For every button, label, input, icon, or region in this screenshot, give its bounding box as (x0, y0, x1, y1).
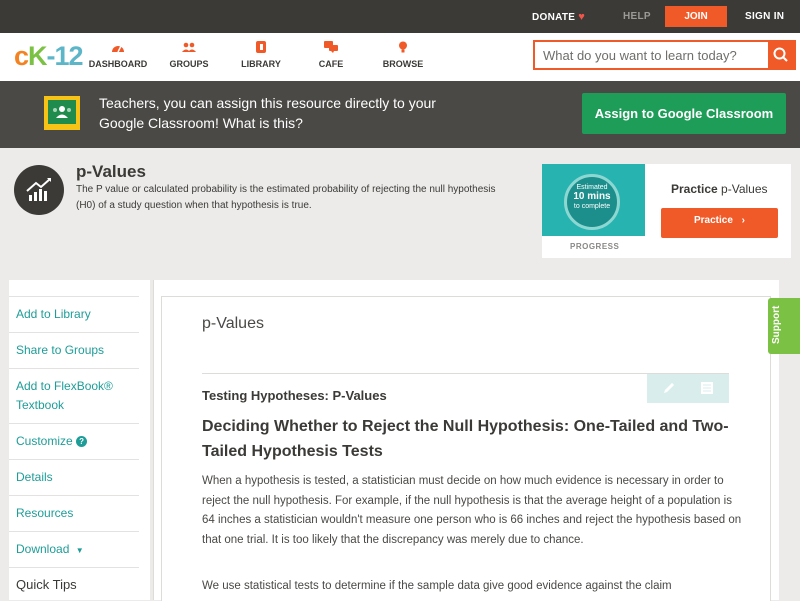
estimated-minutes: 10 mins (573, 191, 611, 202)
sign-in-link[interactable]: SIGN IN (745, 11, 784, 22)
search-input[interactable] (535, 42, 781, 68)
nav-dashboard-label: DASHBOARD (88, 59, 148, 69)
caret-down-icon: ▼ (75, 546, 84, 555)
sidebar-divider (9, 423, 139, 424)
practice-thumbnail[interactable]: Estimated 10 mins to complete (542, 164, 645, 236)
sidebar-divider (9, 459, 139, 460)
dashboard-icon (112, 45, 124, 53)
practice-button-label: Practice (693, 215, 733, 226)
top-bar: DONATE ♥ HELP JOIN SIGN IN (0, 0, 800, 33)
chevron-right-icon: › (741, 215, 746, 226)
concept-description: The P value or calculated probability is… (76, 184, 496, 211)
assign-google-classroom-button[interactable]: Assign to Google Classroom (582, 93, 786, 134)
donate-label: DONATE (532, 12, 576, 23)
search-box (533, 40, 796, 70)
nav-library-label: LIBRARY (241, 59, 281, 69)
sidebar-item-customize[interactable]: Customize ? (16, 431, 88, 451)
logo-12: -12 (46, 41, 84, 71)
search-button[interactable] (768, 42, 794, 68)
logo-k: K (28, 41, 47, 71)
search-icon (773, 47, 788, 62)
nav-groups[interactable]: GROUPS (166, 41, 212, 69)
support-tab[interactable]: Support (768, 298, 800, 354)
content-title: p-Values (202, 315, 264, 332)
nav-cafe[interactable]: CAFE (315, 41, 347, 69)
cafe-icon (324, 41, 338, 53)
practice-title-prefix: Practice (671, 182, 718, 196)
estimate-text: Estimated 10 mins to complete (564, 183, 620, 211)
content-paragraph-2: We use statistical tests to determine if… (202, 580, 672, 592)
sidebar-item-add-to-library[interactable]: Add to Library (16, 304, 91, 324)
customize-label: Customize (16, 434, 73, 448)
help-circle-icon[interactable]: ? (76, 436, 88, 448)
sidebar-divider (9, 531, 139, 532)
browse-icon (399, 41, 407, 53)
nav-cafe-label: CAFE (318, 59, 344, 69)
nav-browse-label: BROWSE (382, 59, 424, 69)
sidebar-divider (9, 296, 139, 297)
sidebar-divider (9, 495, 139, 496)
what-is-this-link[interactable]: What is this? (223, 115, 303, 131)
teacher-message: Teachers, you can assign this resource d… (99, 93, 469, 133)
chart-trend-icon (26, 178, 51, 201)
notes-icon[interactable] (700, 381, 714, 395)
to-complete-label: to complete (573, 203, 611, 210)
google-classroom-icon (44, 96, 80, 130)
sidebar-divider (9, 567, 139, 568)
nav-groups-label: GROUPS (169, 59, 209, 69)
concept-title: p-Values (76, 162, 146, 181)
sidebar-item-add-to-flexbook[interactable]: Add to FlexBook® (16, 376, 113, 396)
sidebar-item-resources[interactable]: Resources (16, 503, 73, 523)
content-heading: Deciding Whether to Reject the Null Hypo… (202, 418, 729, 460)
progress-label: PROGRESS (570, 242, 620, 251)
support-label: Support (771, 305, 782, 344)
practice-button[interactable]: Practice › (661, 208, 778, 238)
logo-c: c (14, 41, 29, 71)
concept-icon (14, 165, 64, 215)
practice-title-name: p-Values (721, 182, 768, 196)
practice-title: Practice p-Values (671, 182, 768, 196)
nav-dashboard[interactable]: DASHBOARD (88, 41, 148, 69)
nav-library[interactable]: LIBRARY (238, 41, 284, 69)
groups-icon (182, 42, 196, 52)
sidebar-item-download[interactable]: Download ▼ (16, 539, 84, 561)
content-toolbar (647, 374, 729, 403)
content-paragraph-1: When a hypothesis is tested, a statistic… (202, 475, 742, 546)
ck12-logo[interactable]: cK-12 (14, 41, 84, 72)
quick-tips-heading: Quick Tips (16, 577, 77, 592)
download-label: Download (16, 542, 70, 556)
join-button[interactable]: JOIN (665, 6, 727, 27)
content-subtitle: Testing Hypotheses: P-Values (202, 388, 387, 403)
sidebar-divider (9, 368, 139, 369)
help-link[interactable]: HELP (623, 11, 651, 22)
sidebar-divider (9, 332, 139, 333)
sidebar-item-details[interactable]: Details (16, 467, 53, 487)
heart-icon: ♥ (578, 11, 586, 23)
sidebar-item-share-to-groups[interactable]: Share to Groups (16, 340, 104, 360)
main-nav: cK-12 DASHBOARD GROUPS LIBRARY CAFE BROW… (0, 33, 800, 81)
nav-browse[interactable]: BROWSE (382, 41, 424, 69)
library-icon (256, 41, 266, 53)
sidebar-item-textbook[interactable]: Textbook (16, 395, 64, 415)
pencil-icon[interactable] (662, 381, 676, 395)
donate-link[interactable]: DONATE ♥ (532, 11, 585, 23)
